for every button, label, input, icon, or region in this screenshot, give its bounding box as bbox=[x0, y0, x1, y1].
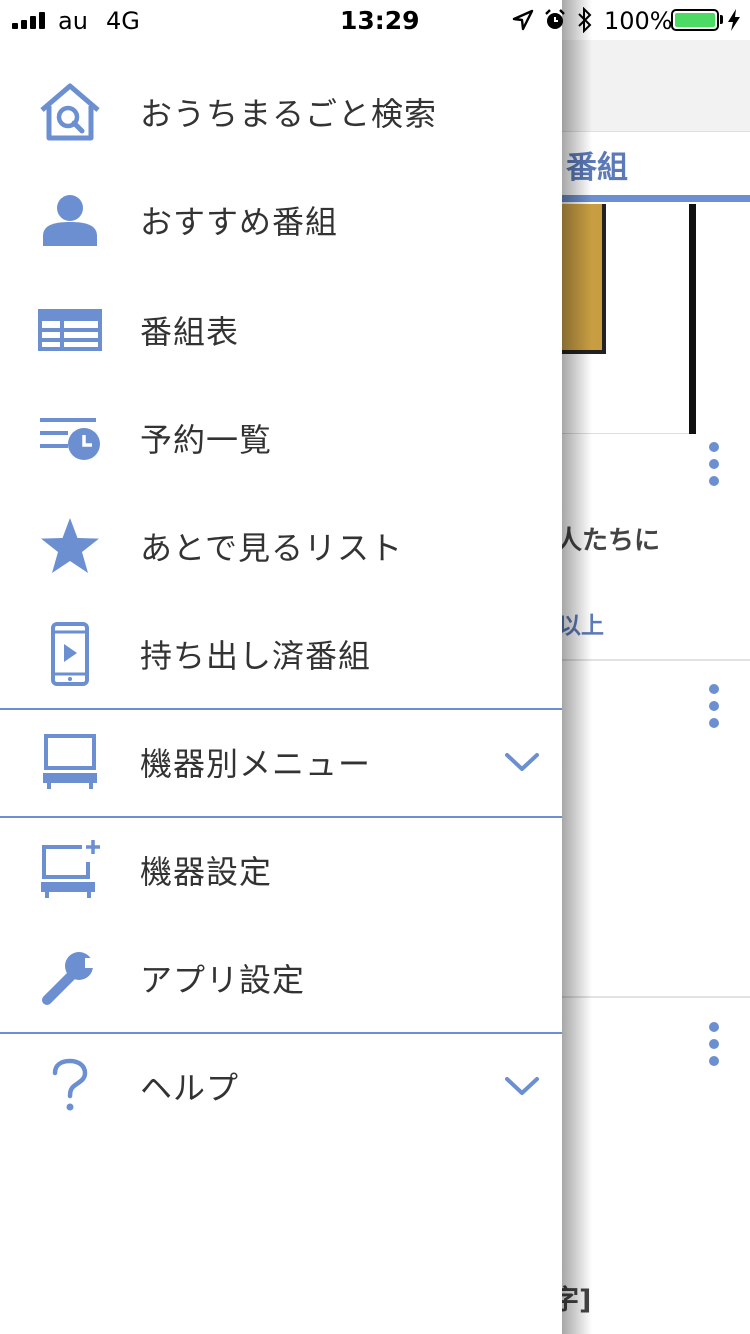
menu-label: 予約一覧 bbox=[140, 421, 273, 459]
menu-item-help[interactable]: ヘルプ bbox=[0, 1032, 562, 1140]
question-icon bbox=[38, 1054, 102, 1118]
drawer-shadow bbox=[562, 0, 592, 1334]
menu-item-watch-later[interactable]: あとで見るリスト bbox=[0, 492, 562, 600]
table-icon bbox=[38, 298, 102, 362]
menu-label: あとで見るリスト bbox=[140, 529, 404, 567]
menu-label: ヘルプ bbox=[140, 1069, 240, 1107]
chevron-down-icon[interactable] bbox=[504, 750, 540, 774]
wrench-icon bbox=[38, 946, 102, 1010]
battery-icon bbox=[671, 9, 719, 31]
battery-level bbox=[675, 13, 715, 27]
location-arrow-icon bbox=[512, 9, 534, 31]
menu-item-program-guide[interactable]: 番組表 bbox=[0, 276, 562, 384]
menu-label: 機器設定 bbox=[140, 853, 273, 891]
device-icon bbox=[38, 730, 102, 794]
bluetooth-icon bbox=[578, 7, 592, 33]
alarm-icon bbox=[545, 9, 565, 29]
carrier-name: au bbox=[58, 7, 88, 35]
navigation-drawer: おうちまるごと検索 おすすめ番組 番組表 予約一覧 あとで見るリスト 持ち出し済… bbox=[0, 40, 562, 1334]
menu-item-reservations[interactable]: 予約一覧 bbox=[0, 384, 562, 492]
signal-strength-icon bbox=[12, 11, 45, 29]
star-icon bbox=[38, 514, 102, 578]
menu-label: 番組表 bbox=[140, 313, 240, 351]
menu-label: おうちまるごと検索 bbox=[140, 95, 438, 133]
menu-item-device-settings[interactable]: 機器設定 bbox=[0, 816, 562, 924]
more-options-icon[interactable] bbox=[700, 684, 728, 728]
charging-bolt-icon bbox=[728, 9, 740, 31]
phone-play-icon bbox=[38, 622, 102, 686]
device-add-icon bbox=[38, 838, 102, 902]
menu-label: 持ち出し済番組 bbox=[140, 637, 372, 675]
chevron-down-icon[interactable] bbox=[504, 1074, 540, 1098]
person-icon bbox=[38, 188, 102, 252]
battery-percentage: 100% bbox=[604, 7, 673, 35]
house-search-icon bbox=[38, 80, 102, 144]
menu-label: 機器別メニュー bbox=[140, 745, 372, 783]
status-bar: au 4G 13:29 100% bbox=[0, 0, 750, 40]
menu-item-device-menu[interactable]: 機器別メニュー bbox=[0, 708, 562, 816]
menu-label: アプリ設定 bbox=[140, 961, 306, 999]
thumbnail-edge bbox=[689, 204, 696, 434]
more-options-icon[interactable] bbox=[700, 1022, 728, 1066]
menu-item-recommended[interactable]: おすすめ番組 bbox=[0, 166, 562, 274]
list-clock-icon bbox=[38, 406, 102, 470]
menu-item-taken-out[interactable]: 持ち出し済番組 bbox=[0, 600, 562, 708]
clock: 13:29 bbox=[340, 6, 420, 35]
menu-item-app-settings[interactable]: アプリ設定 bbox=[0, 924, 562, 1032]
network-type: 4G bbox=[106, 7, 140, 35]
more-options-icon[interactable] bbox=[700, 442, 728, 486]
menu-item-home-search[interactable]: おうちまるごと検索 bbox=[0, 58, 562, 166]
battery-tip bbox=[720, 15, 723, 24]
menu-label: おすすめ番組 bbox=[140, 203, 339, 241]
